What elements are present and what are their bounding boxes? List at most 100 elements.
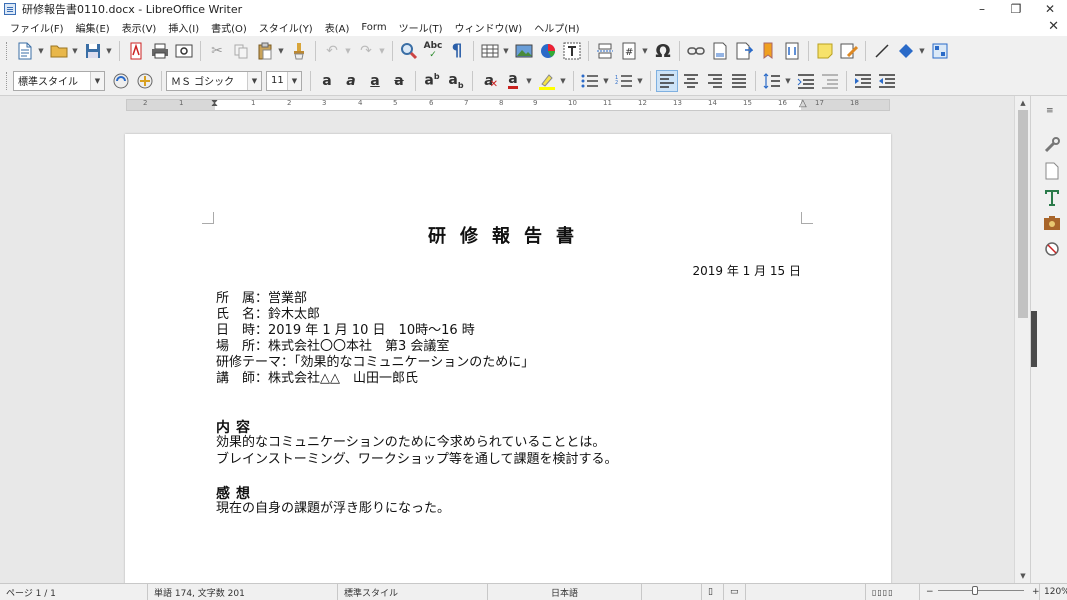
increase-indent-icon[interactable] <box>852 70 874 92</box>
minimize-button[interactable]: – <box>965 0 999 18</box>
paragraph-style-combo[interactable]: 標準スタイル ▼ <box>13 70 105 91</box>
line-spacing-icon[interactable] <box>761 70 783 92</box>
open-folder-icon[interactable] <box>48 40 70 62</box>
save-dropdown-icon[interactable]: ▼ <box>105 40 113 62</box>
menu-insert[interactable]: 挿入(I) <box>162 20 205 35</box>
font-name-combo[interactable]: ＭＳ ゴシック ▼ <box>166 70 262 91</box>
draw-line-icon[interactable] <box>871 40 893 62</box>
restore-button[interactable]: ❐ <box>999 0 1033 18</box>
decrease-paragraph-spacing-icon[interactable] <box>819 70 841 92</box>
cross-reference-icon[interactable] <box>781 40 803 62</box>
table-dropdown-icon[interactable]: ▼ <box>502 40 510 62</box>
toolbar-grip[interactable] <box>6 42 9 60</box>
line-spacing-dropdown-icon[interactable]: ▼ <box>784 70 792 92</box>
save-icon[interactable] <box>82 40 104 62</box>
print-preview-icon[interactable] <box>173 40 195 62</box>
print-icon[interactable] <box>149 40 171 62</box>
highlight-dropdown-icon[interactable]: ▼ <box>559 70 567 92</box>
justify-icon[interactable] <box>728 70 750 92</box>
strikethrough-icon[interactable]: a <box>388 70 410 92</box>
properties-wrench-icon[interactable] <box>1041 134 1063 156</box>
copy-icon[interactable] <box>230 40 252 62</box>
numbered-list-icon[interactable]: 12 <box>613 70 635 92</box>
find-replace-icon[interactable] <box>398 40 420 62</box>
zoom-slider[interactable] <box>938 590 1024 591</box>
insert-image-icon[interactable] <box>513 40 535 62</box>
menu-format[interactable]: 書式(O) <box>205 20 253 35</box>
insert-chart-icon[interactable] <box>537 40 559 62</box>
close-window-button[interactable]: ✕ <box>1033 0 1067 18</box>
document-page[interactable]: 研修報告書 2019 年 1 月 15 日 所 属：営業部 氏 名：鈴木太郎 日… <box>125 134 891 583</box>
menu-edit[interactable]: 編集(E) <box>70 20 116 35</box>
hyperlink-icon[interactable] <box>685 40 707 62</box>
font-color-icon[interactable]: a <box>502 70 524 92</box>
gallery-icon[interactable] <box>1041 212 1063 234</box>
scrollbar-thumb[interactable] <box>1018 110 1028 318</box>
update-style-icon[interactable] <box>110 70 132 92</box>
bullet-list-icon[interactable] <box>579 70 601 92</box>
redo-icon[interactable]: ↷ <box>355 40 377 62</box>
numbering-dropdown-icon[interactable]: ▼ <box>636 70 644 92</box>
navigator-icon[interactable] <box>1041 238 1063 260</box>
show-draw-functions-icon[interactable] <box>929 40 951 62</box>
menu-tools[interactable]: ツール(T) <box>393 20 449 35</box>
align-right-icon[interactable] <box>704 70 726 92</box>
document-modified-icon[interactable]: ▭ <box>724 583 746 600</box>
insert-field-icon[interactable]: # <box>618 40 640 62</box>
horizontal-ruler[interactable]: 2 1 1 2 3 4 5 6 7 8 9 10 11 12 13 14 15 … <box>126 98 890 111</box>
font-size-combo[interactable]: 11 ▼ <box>266 70 302 91</box>
menu-help[interactable]: ヘルプ(H) <box>528 20 585 35</box>
italic-icon[interactable]: a <box>340 70 362 92</box>
styles-icon[interactable] <box>1041 186 1063 208</box>
chevron-down-icon[interactable]: ▼ <box>287 71 301 90</box>
paste-icon[interactable] <box>254 40 276 62</box>
spelling-icon[interactable]: Abc ✓ <box>422 40 444 62</box>
right-indent-marker[interactable]: △ <box>799 98 807 109</box>
language[interactable]: 日本語 <box>488 583 642 600</box>
scroll-up-icon[interactable]: ▲ <box>1015 96 1031 110</box>
zoom-out-button[interactable]: − <box>920 584 934 600</box>
footnote-icon[interactable] <box>709 40 731 62</box>
undo-dropdown-icon[interactable]: ▼ <box>344 40 352 62</box>
menu-file[interactable]: ファイル(F) <box>4 20 70 35</box>
highlighting-icon[interactable] <box>536 70 558 92</box>
menu-window[interactable]: ウィンドウ(W) <box>449 20 529 35</box>
sidebar-collapse-handle[interactable] <box>1031 311 1037 367</box>
sidebar-menu-icon[interactable]: ≡ <box>1046 106 1054 116</box>
menu-form[interactable]: Form <box>355 22 392 33</box>
undo-icon[interactable]: ↶ <box>321 40 343 62</box>
align-left-icon[interactable] <box>656 69 678 92</box>
zoom-slider-track[interactable] <box>934 584 1026 600</box>
close-document-button[interactable]: ✕ <box>1048 19 1059 34</box>
superscript-icon[interactable]: ab <box>421 70 443 92</box>
word-count[interactable]: 単語 174, 文字数 201 <box>148 583 338 600</box>
zoom-slider-knob[interactable] <box>972 586 978 595</box>
menu-table[interactable]: 表(A) <box>319 20 356 35</box>
clone-formatting-icon[interactable] <box>288 40 310 62</box>
new-style-icon[interactable] <box>134 70 156 92</box>
open-dropdown-icon[interactable]: ▼ <box>71 40 79 62</box>
track-changes-icon[interactable] <box>838 40 860 62</box>
special-character-icon[interactable]: Ω <box>652 40 674 62</box>
bookmark-icon[interactable] <box>757 40 779 62</box>
insert-mode-indicator[interactable] <box>642 583 702 600</box>
page-icon[interactable] <box>1041 160 1063 182</box>
bold-icon[interactable]: a <box>316 70 338 92</box>
clear-formatting-icon[interactable]: a ✕ <box>478 70 500 92</box>
insert-page-break-icon[interactable] <box>594 40 616 62</box>
comment-icon[interactable] <box>814 40 836 62</box>
new-document-icon[interactable] <box>14 40 36 62</box>
new-dropdown-icon[interactable]: ▼ <box>37 40 45 62</box>
page-style[interactable]: 標準スタイル <box>338 583 488 600</box>
endnote-icon[interactable] <box>733 40 755 62</box>
subscript-icon[interactable]: ab <box>445 70 467 92</box>
cut-icon[interactable]: ✂ <box>206 40 228 62</box>
page-count[interactable]: ページ 1 / 1 <box>0 583 148 600</box>
field-dropdown-icon[interactable]: ▼ <box>641 40 649 62</box>
menu-styles[interactable]: スタイル(Y) <box>253 20 319 35</box>
left-indent-marker[interactable]: ⧗ <box>211 98 218 109</box>
menu-view[interactable]: 表示(V) <box>116 20 163 35</box>
increase-paragraph-spacing-icon[interactable] <box>795 70 817 92</box>
decrease-indent-icon[interactable] <box>876 70 898 92</box>
insert-textbox-icon[interactable] <box>561 40 583 62</box>
